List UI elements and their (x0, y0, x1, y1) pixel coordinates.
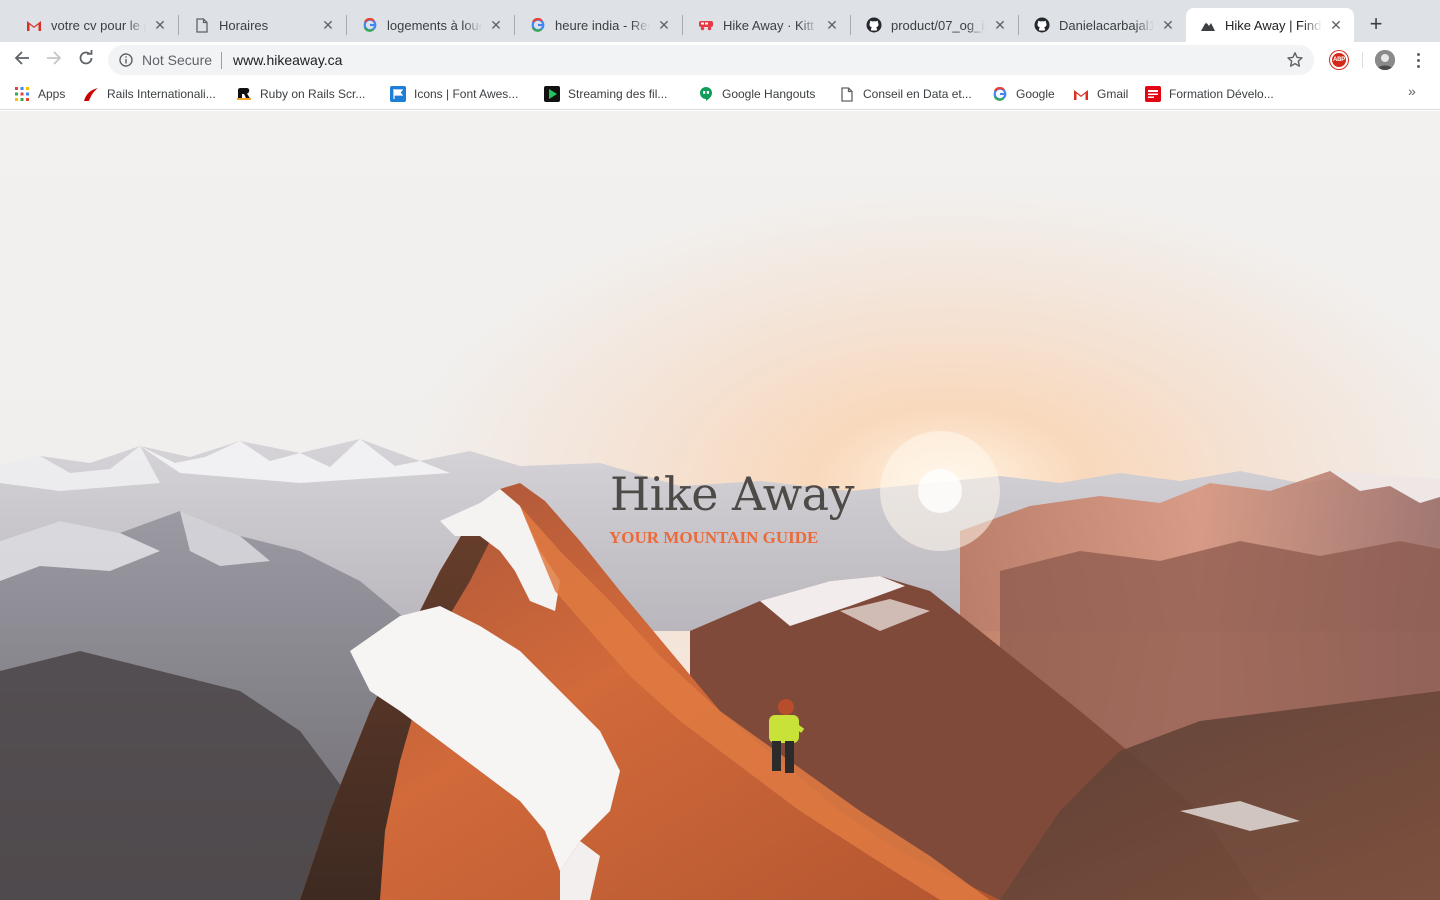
bookmark-label: Icons | Font Awes... (414, 87, 519, 101)
formation-icon (1145, 86, 1161, 102)
tab-title: Hike Away · Kitt (723, 17, 814, 33)
arrow-left-icon (14, 50, 30, 71)
tab-divider (514, 15, 515, 35)
hero-subtitle: YOUR MOUNTAIN GUIDE (609, 528, 819, 547)
bookmark-font-awesome[interactable]: Icons | Font Awes... (390, 84, 518, 104)
tab-divider (682, 15, 683, 35)
tab-github-repo[interactable]: Danielacarbajal1/hike ✕ (1020, 8, 1186, 42)
tab-divider (850, 15, 851, 35)
close-icon[interactable]: ✕ (320, 17, 336, 33)
close-icon[interactable]: ✕ (488, 17, 504, 33)
bookmark-formation[interactable]: Formation Dévelo... (1145, 84, 1274, 104)
close-icon[interactable]: ✕ (992, 17, 1008, 33)
back-button[interactable] (10, 48, 34, 72)
document-icon (194, 17, 210, 33)
tab-title: votre cv pour le poste (51, 17, 146, 33)
close-icon[interactable]: ✕ (152, 17, 168, 33)
close-icon[interactable]: ✕ (656, 17, 672, 33)
new-tab-button[interactable]: + (1364, 13, 1388, 37)
bookmark-label: Google Hangouts (722, 87, 816, 101)
address-divider (221, 52, 222, 69)
tab-kitt[interactable]: Hike Away · Kitt ✕ (684, 8, 850, 42)
github-icon (1034, 17, 1050, 33)
google-icon (992, 86, 1008, 102)
profile-avatar[interactable] (1375, 50, 1395, 70)
rails-icon (83, 86, 99, 102)
security-status[interactable]: Not Secure (142, 52, 212, 68)
browser-toolbar: Not Secure www.hikeaway.ca (0, 42, 1440, 78)
document-icon (839, 86, 855, 102)
page-viewport: Hike Away YOUR MOUNTAIN GUIDE (0, 111, 1440, 900)
hero-title: Hike Away (610, 467, 855, 521)
tab-product-og-image[interactable]: product/07_og_image ✕ (852, 8, 1018, 42)
tab-title: Hike Away | Find the (1225, 17, 1322, 33)
bookmark-streaming[interactable]: Streaming des fil... (544, 84, 667, 104)
tab-heure-india[interactable]: heure india - Recherche ✕ (516, 8, 682, 42)
info-icon[interactable] (119, 53, 133, 67)
bookmark-conseil-data[interactable]: Conseil en Data et... (839, 84, 972, 104)
bookmark-label: Google (1016, 87, 1055, 101)
google-icon (362, 17, 378, 33)
play-icon (544, 86, 560, 102)
tab-logements[interactable]: logements à louer ✕ (348, 8, 514, 42)
bookmark-rails-i18n[interactable]: Rails Internationali... (83, 84, 216, 104)
hikeaway-icon (1200, 17, 1216, 33)
browser-menu-icon[interactable] (1410, 50, 1426, 70)
bookmark-label: Streaming des fil... (568, 87, 668, 101)
address-bar[interactable]: Not Secure www.hikeaway.ca (108, 45, 1314, 75)
bookmark-star-icon[interactable] (1286, 51, 1304, 69)
tab-horaires[interactable]: Horaires ✕ (180, 8, 346, 42)
bookmark-google[interactable]: Google (992, 84, 1055, 104)
tab-title: product/07_og_image (891, 17, 986, 33)
close-icon[interactable]: ✕ (1160, 17, 1176, 33)
arrow-right-icon (46, 50, 62, 71)
toolbar-divider (1362, 52, 1363, 68)
rubyonrails-icon (236, 86, 252, 102)
bookmark-gmail[interactable]: Gmail (1073, 84, 1128, 104)
close-icon[interactable]: ✕ (824, 17, 840, 33)
tab-divider (346, 15, 347, 35)
reload-icon (78, 49, 94, 71)
tab-title: Horaires (219, 17, 269, 33)
bookmark-label: Rails Internationali... (107, 87, 216, 101)
gmail-icon (1073, 86, 1089, 102)
bookmark-ruby-on-rails[interactable]: Ruby on Rails Scr... (236, 84, 365, 104)
tab-divider (1018, 15, 1019, 35)
close-icon[interactable]: ✕ (1328, 17, 1344, 33)
tab-gmail[interactable]: votre cv pour le poste ✕ (12, 8, 178, 42)
reload-button[interactable] (74, 48, 98, 72)
apps-grid-icon (14, 86, 30, 102)
hangouts-icon (698, 86, 714, 102)
tab-strip: votre cv pour le poste ✕ Horaires ✕ loge… (0, 0, 1440, 42)
bookmark-google-hangouts[interactable]: Google Hangouts (698, 84, 815, 104)
github-icon (866, 17, 882, 33)
tab-title: logements à louer (387, 17, 482, 33)
lewagon-icon (698, 17, 714, 33)
adblock-extension-icon[interactable]: ABP (1330, 51, 1348, 69)
bookmark-label: Ruby on Rails Scr... (260, 87, 366, 101)
tab-hike-away-active[interactable]: Hike Away | Find the ✕ (1186, 8, 1354, 42)
bookmark-apps[interactable]: Apps (14, 84, 65, 104)
tab-title: heure india - Recherche (555, 17, 650, 33)
bookmark-label: Gmail (1097, 87, 1129, 101)
bookmarks-bar: Apps Rails Internationali... Ruby on Rai… (0, 78, 1440, 110)
tab-title: Danielacarbajal1/hike (1059, 17, 1154, 33)
tab-divider (178, 15, 179, 35)
bookmark-label: Formation Dévelo... (1169, 87, 1274, 101)
url-text[interactable]: www.hikeaway.ca (233, 52, 342, 68)
fontawesome-flag-icon (390, 86, 406, 102)
gmail-icon (26, 17, 42, 33)
forward-button[interactable] (42, 48, 66, 72)
bookmark-label: Conseil en Data et... (863, 87, 972, 101)
bookmark-label: Apps (38, 87, 66, 101)
google-icon (530, 17, 546, 33)
bookmarks-overflow-button[interactable]: » (1408, 83, 1416, 99)
